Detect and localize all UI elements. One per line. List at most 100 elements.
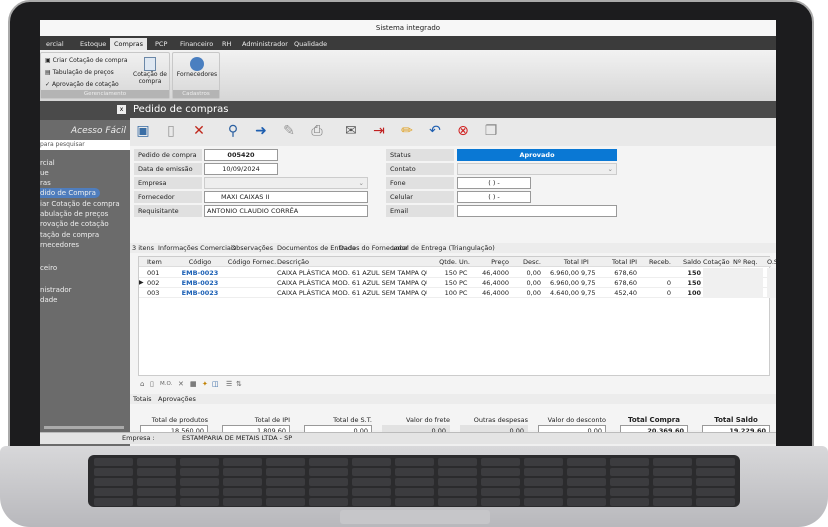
cell[interactable]: EMB-0023 <box>175 268 225 278</box>
tab-5[interactable]: Local de Entrega (Triangulação) <box>392 243 495 253</box>
sidebar-item[interactable]: tação de compra <box>40 230 99 240</box>
keyboard-key <box>352 458 391 466</box>
list-icon[interactable]: ☰ <box>226 380 232 388</box>
column-header[interactable]: Cotação <box>703 257 733 267</box>
column-header[interactable]: Un. <box>459 257 473 267</box>
menu-tab-5[interactable]: RH <box>218 38 235 50</box>
column-header[interactable]: Qtde. <box>427 257 457 267</box>
celular-field[interactable]: ( ) - <box>457 191 531 203</box>
tab-0[interactable]: 3 itens <box>132 243 154 253</box>
cell[interactable]: EMB-0023 <box>175 288 225 298</box>
column-header[interactable]: Saldo <box>671 257 701 267</box>
column-header[interactable]: Desc. <box>511 257 541 267</box>
sidebar-search-input[interactable]: para pesquisar <box>40 140 130 150</box>
ribbon-group-cadastros: Fornecedores Cadastros <box>172 52 220 99</box>
sort-icon[interactable]: ⇅ <box>236 380 242 388</box>
edit-icon[interactable]: ✏ <box>398 122 416 140</box>
keyboard-key <box>524 498 563 506</box>
fornecedor-field[interactable]: MAXI CAIXAS II <box>204 191 368 203</box>
empresa-select[interactable]: ⌄ <box>204 177 368 189</box>
table-row[interactable]: 003 EMB-0023 CAIXA PLÁSTICA MOD. 61 AZUL S… <box>139 288 776 298</box>
attach-icon[interactable]: ✎ <box>280 122 298 140</box>
book-icon[interactable]: ◫ <box>212 380 219 388</box>
contato-select[interactable]: ⌄ <box>457 163 617 175</box>
keyboard-key <box>94 478 133 486</box>
ribbon-fornecedores-button[interactable]: Fornecedores <box>175 57 219 78</box>
print-icon[interactable]: ⎙ <box>308 122 326 140</box>
undo-icon[interactable]: ↶ <box>426 122 444 140</box>
cancel-icon[interactable]: ⊗ <box>454 122 472 140</box>
export-icon[interactable]: ⇥ <box>370 122 388 140</box>
ribbon-cotacao-button[interactable]: Cotação de compra <box>133 57 167 85</box>
calendar-icon[interactable]: ▦ <box>190 380 197 388</box>
cell: 0,00 <box>526 269 541 277</box>
table-row[interactable]: 001 EMB-0023 CAIXA PLÁSTICA MOD. 61 AZUL S… <box>139 268 776 278</box>
sidebar-item[interactable]: dade <box>40 295 57 305</box>
sidebar-item[interactable]: rcial <box>40 158 55 168</box>
column-header[interactable]: Descrição <box>277 257 427 267</box>
tag-icon[interactable]: ✦ <box>202 380 208 388</box>
mo-button[interactable]: M.O. <box>160 381 172 387</box>
delete-icon[interactable]: ✕ <box>190 122 208 140</box>
column-header[interactable]: Código Fornec. <box>227 257 277 267</box>
sidebar-item[interactable]: nistrador <box>40 285 72 295</box>
fone-field[interactable]: ( ) - <box>457 177 531 189</box>
keyboard-key <box>567 458 606 466</box>
requisitante-field[interactable]: ANTONIO CLAUDIO CORRÊA <box>204 205 368 217</box>
menu-tab-1[interactable]: Estoque <box>76 38 110 50</box>
menu-tab-2[interactable]: Compras <box>110 38 148 50</box>
tab-totais[interactable]: Totais <box>133 394 152 404</box>
sidebar-item[interactable]: abulação de preços <box>40 209 108 219</box>
cell: 6.960,00 <box>550 269 579 277</box>
sidebar-item[interactable]: dido de Compra <box>40 188 100 198</box>
sidebar-item[interactable]: rovação de cotação <box>40 219 109 229</box>
cell[interactable]: EMB-0023 <box>175 278 225 288</box>
column-header[interactable]: O.S <box>767 257 776 267</box>
new-item-icon[interactable]: ▯ <box>150 380 154 388</box>
keyboard-key <box>94 498 133 506</box>
table-row[interactable]: ▶ 002 EMB-0023 CAIXA PLÁSTICA MOD. 61 AZUL … <box>139 278 776 288</box>
ribbon-item-criar-cotacao[interactable]: ▣ Criar Cotação de compra <box>45 57 128 64</box>
new-document-icon[interactable]: ▯ <box>162 122 180 140</box>
column-header[interactable]: IPI <box>581 257 597 267</box>
ribbon-item-aprovacao[interactable]: ✓ Aprovação de cotação <box>45 81 119 88</box>
sidebar-item[interactable]: iar Cotação de compra <box>40 199 120 209</box>
menu-tab-3[interactable]: PCP <box>151 38 171 50</box>
column-header[interactable]: Nº Req. <box>733 257 763 267</box>
keyboard-key <box>223 468 262 476</box>
sidebar-item[interactable]: ceiro <box>40 263 57 273</box>
column-header[interactable]: Receb. <box>639 257 671 267</box>
column-header[interactable]: Total <box>543 257 579 267</box>
sidebar-item[interactable]: ras <box>40 178 51 188</box>
tab-1[interactable]: Informações Comerciais <box>158 243 236 253</box>
keyboard-key <box>180 498 219 506</box>
sidebar-item[interactable]: rnecedores <box>40 240 79 250</box>
email-icon[interactable]: ✉ <box>342 122 360 140</box>
close-panel-button[interactable]: x <box>117 105 126 114</box>
pedido-field[interactable]: 005420 <box>204 149 278 161</box>
sidebar-item[interactable]: ue <box>40 168 49 178</box>
menu-tab-7[interactable]: Qualidade <box>290 38 331 50</box>
copy-icon[interactable]: ❐ <box>482 122 500 140</box>
tab-aprovacoes[interactable]: Aprovações <box>158 394 196 404</box>
column-header[interactable]: Preço <box>473 257 509 267</box>
cotacao-icon <box>144 57 156 71</box>
remove-icon[interactable]: ✕ <box>178 380 184 388</box>
menu-tab-0[interactable]: ercial <box>42 38 68 50</box>
ribbon-item-tabulacao[interactable]: ▤ Tabulação de preços <box>45 69 114 76</box>
data-emissao-field[interactable]: 10/09/2024 <box>204 163 278 175</box>
save-icon[interactable]: ▣ <box>134 122 152 140</box>
search-icon[interactable]: ⚲ <box>224 122 242 140</box>
column-header[interactable]: Total IPI <box>597 257 637 267</box>
sidebar-scrollbar[interactable] <box>44 426 124 429</box>
keyboard-key <box>223 458 262 466</box>
column-header[interactable]: Código <box>175 257 225 267</box>
menu-tab-6[interactable]: Administrador <box>238 38 292 50</box>
arrow-right-icon[interactable]: ➜ <box>252 122 270 140</box>
lock-icon[interactable]: ⌂ <box>140 380 144 388</box>
column-header[interactable]: Item <box>147 257 167 267</box>
menu-tab-4[interactable]: Financeiro <box>176 38 217 50</box>
keyboard-key <box>309 478 348 486</box>
tab-2[interactable]: Observações <box>231 243 273 253</box>
email-field[interactable] <box>457 205 617 217</box>
